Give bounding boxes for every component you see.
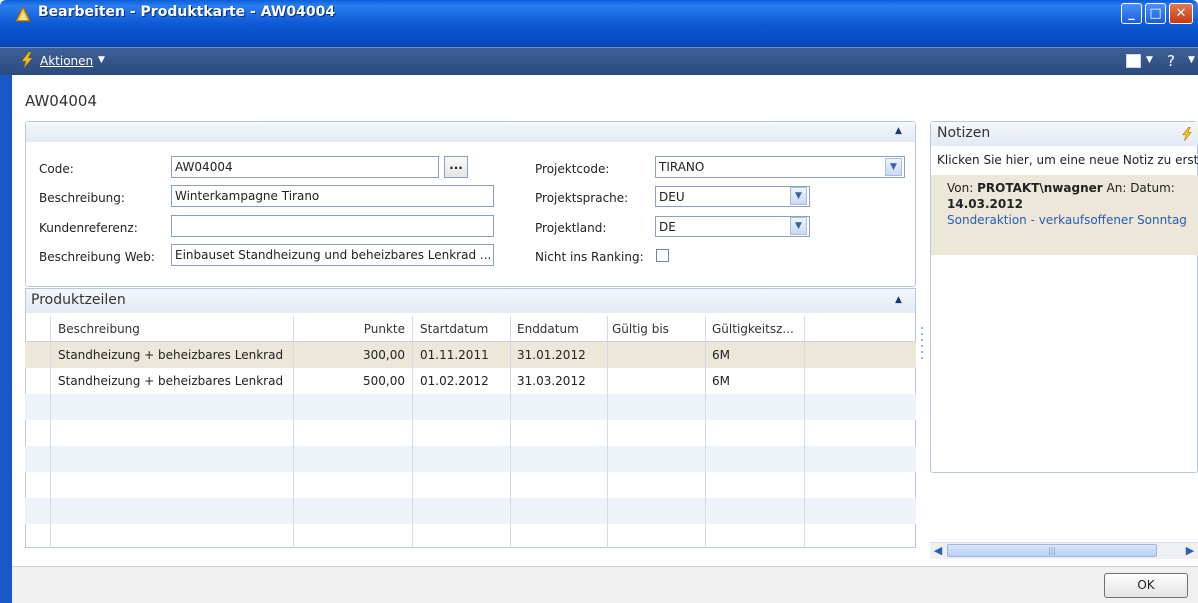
action-bar xyxy=(0,47,1198,75)
notes-factbox xyxy=(930,121,1198,473)
column-header-gueltig-bis[interactable]: Gültig bis xyxy=(612,322,669,336)
projektcode-label: Projektcode: xyxy=(535,162,610,176)
column-header-enddatum[interactable]: Enddatum xyxy=(517,322,579,336)
actions-menu[interactable]: Aktionen xyxy=(40,54,93,68)
ranking-label: Nicht ins Ranking: xyxy=(535,250,644,264)
projektsprache-field[interactable]: DEU xyxy=(655,186,810,207)
notes-title: Notizen xyxy=(937,125,991,141)
beschreibung-web-field[interactable]: Einbauset Standheizung und beheizbares L… xyxy=(171,244,494,266)
window-frame xyxy=(0,75,12,603)
footer-bar xyxy=(12,566,1198,603)
minimize-button[interactable]: _ xyxy=(1121,3,1142,24)
beschreibung-web-label: Beschreibung Web: xyxy=(39,250,155,264)
chevron-down-icon[interactable]: ▼ xyxy=(790,187,807,205)
close-icon: ✕ xyxy=(1175,6,1187,21)
assist-button[interactable]: ... xyxy=(444,156,468,178)
general-fasttab-header[interactable] xyxy=(26,122,915,142)
lightning-icon[interactable] xyxy=(1181,127,1193,141)
note-date-label: Datum: xyxy=(1130,181,1175,195)
chevron-down-icon[interactable]: ▼ xyxy=(1188,55,1195,65)
cell-enddatum[interactable]: 31.03.2012 xyxy=(517,374,586,388)
grid-line xyxy=(50,316,51,548)
note-text-link[interactable]: Sonderaktion - verkaufsoffener Sonntag xyxy=(947,213,1187,227)
column-header-punkte[interactable]: Punkte xyxy=(293,322,405,336)
grid-line xyxy=(705,316,706,548)
code-label: Code: xyxy=(39,162,74,176)
table-row-empty xyxy=(25,498,916,524)
cell-punkte[interactable]: 500,00 xyxy=(293,374,405,388)
projektcode-field[interactable]: TIRANO xyxy=(655,156,905,178)
scrollbar-thumb[interactable]: ||| xyxy=(947,544,1157,557)
cell-beschreibung[interactable]: Standheizung + beheizbares Lenkrad xyxy=(58,374,283,388)
column-header-startdatum[interactable]: Startdatum xyxy=(420,322,488,336)
cell-startdatum[interactable]: 01.11.2011 xyxy=(420,348,489,362)
new-note-link[interactable]: Klicken Sie hier, um eine neue Notiz zu … xyxy=(931,151,1198,171)
app-icon xyxy=(15,6,31,22)
kundenreferenz-field[interactable] xyxy=(171,215,494,237)
cell-startdatum[interactable]: 01.02.2012 xyxy=(420,374,489,388)
cell-gueltigkeit[interactable]: 6M xyxy=(712,374,730,388)
note-from-label: Von: xyxy=(947,181,974,195)
table-row-empty xyxy=(25,420,916,446)
beschreibung-label: Beschreibung: xyxy=(39,191,125,205)
minimize-icon: _ xyxy=(1128,6,1135,21)
projektland-label: Projektland: xyxy=(535,221,607,235)
chevron-down-icon[interactable]: ▼ xyxy=(790,217,807,235)
chevron-down-icon[interactable]: ▼ xyxy=(1146,55,1153,65)
ranking-checkbox[interactable] xyxy=(656,249,669,262)
ok-button[interactable]: OK xyxy=(1104,573,1188,598)
splitter-handle[interactable] xyxy=(920,325,924,359)
column-header-gueltigkeit[interactable]: Gültigkeitsz... xyxy=(712,322,794,336)
collapse-icon[interactable]: ▲ xyxy=(895,126,902,136)
projektland-field[interactable]: DE xyxy=(655,216,810,237)
help-icon[interactable]: ? xyxy=(1167,52,1175,70)
lightning-icon xyxy=(21,52,33,68)
table-row-empty xyxy=(25,524,916,548)
cell-gueltigkeit[interactable]: 6M xyxy=(712,348,730,362)
layout-icon[interactable] xyxy=(1126,54,1141,68)
cell-beschreibung[interactable]: Standheizung + beheizbares Lenkrad xyxy=(58,348,283,362)
projektsprache-label: Projektsprache: xyxy=(535,191,629,205)
close-button[interactable]: ✕ xyxy=(1169,3,1193,24)
table-row-empty xyxy=(25,394,916,420)
grid-line xyxy=(804,316,805,548)
page-title: AW04004 xyxy=(25,92,97,110)
table-row-empty xyxy=(25,472,916,498)
scroll-right-icon[interactable]: ▶ xyxy=(1182,543,1198,558)
note-date: 14.03.2012 xyxy=(947,197,1023,211)
maximize-icon: □ xyxy=(1149,6,1162,21)
product-lines-title: Produktzeilen xyxy=(31,292,126,308)
cell-enddatum[interactable]: 31.01.2012 xyxy=(517,348,586,362)
chevron-down-icon[interactable]: ▼ xyxy=(885,158,902,176)
collapse-icon[interactable]: ▲ xyxy=(895,295,902,305)
code-field[interactable]: AW04004 xyxy=(171,156,439,178)
kundenreferenz-label: Kundenreferenz: xyxy=(39,221,138,235)
cell-punkte[interactable]: 300,00 xyxy=(293,348,405,362)
table-row-empty xyxy=(25,446,916,472)
grid-line xyxy=(607,316,608,548)
window-title: Bearbeiten - Produktkarte - AW04004 xyxy=(38,4,336,20)
grid-line xyxy=(510,316,511,548)
note-meta: Von: PROTAKT\nwagner An: Datum: xyxy=(947,181,1175,195)
maximize-button[interactable]: □ xyxy=(1145,3,1166,24)
beschreibung-field[interactable]: Winterkampagne Tirano xyxy=(171,185,494,207)
note-to-label: An: xyxy=(1106,181,1127,195)
note-author: PROTAKT\nwagner xyxy=(977,181,1103,195)
chevron-down-icon[interactable]: ▼ xyxy=(98,55,105,65)
grid-line xyxy=(412,316,413,548)
scroll-left-icon[interactable]: ◀ xyxy=(930,543,946,558)
product-lines-header[interactable] xyxy=(26,289,915,313)
column-header-beschreibung[interactable]: Beschreibung xyxy=(58,322,140,336)
